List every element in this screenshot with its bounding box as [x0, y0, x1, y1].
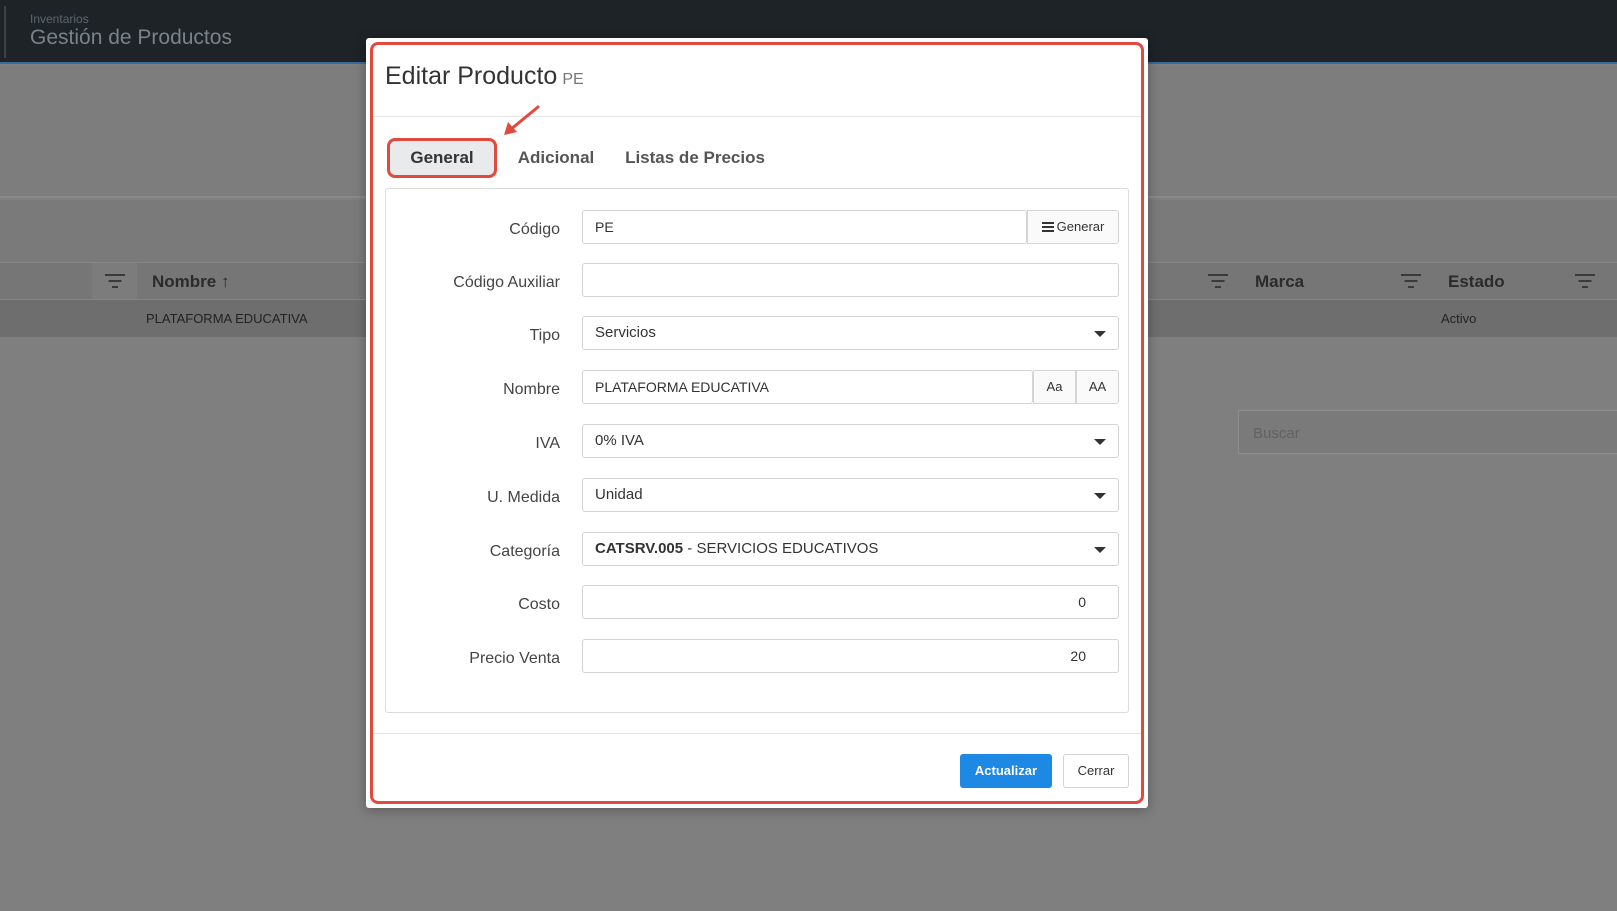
field-codigo-auxiliar: Código Auxiliar [386, 263, 1130, 299]
codigo-input[interactable]: PE [582, 210, 1027, 244]
field-nombre: Nombre PLATAFORMA EDUCATIVA Aa AA [386, 370, 1130, 406]
modal-title: Editar Producto PE [385, 62, 584, 91]
capitalize-button[interactable]: Aa [1033, 370, 1076, 404]
field-costo: Costo 0 [386, 585, 1130, 621]
label-iva: IVA [535, 435, 560, 452]
field-codigo: Código PE Generar [386, 210, 1130, 246]
general-panel: Código PE Generar Código Auxiliar Tipo S… [385, 188, 1129, 713]
tab-adicional[interactable]: Adicional [506, 138, 606, 178]
filter-icon[interactable] [1400, 274, 1422, 288]
medida-value: Unidad [595, 486, 643, 503]
categoria-select[interactable]: CATSRV.005 - SERVICIOS EDUCATIVOS [582, 532, 1119, 566]
uppercase-button[interactable]: AA [1076, 370, 1119, 404]
label-precio-venta: Precio Venta [469, 650, 560, 667]
column-header-marca[interactable]: Marca [1255, 272, 1304, 292]
filter-icon [104, 274, 126, 288]
column-header-nombre[interactable]: Nombre ↑ [152, 272, 229, 292]
search-placeholder: Buscar [1253, 425, 1300, 442]
chevron-down-icon [1094, 547, 1106, 553]
categoria-separator: - [683, 540, 697, 557]
generar-label: Generar [1056, 219, 1105, 234]
label-costo: Costo [518, 596, 560, 613]
field-tipo: Tipo Servicios [386, 316, 1130, 352]
module-name: Inventarios [30, 12, 89, 26]
tipo-select[interactable]: Servicios [582, 316, 1119, 350]
tab-listas-de-precios[interactable]: Listas de Precios [620, 138, 770, 178]
menu-icon [1041, 222, 1054, 232]
modal-title-text: Editar Producto [385, 62, 558, 90]
filter-icon[interactable] [1207, 274, 1229, 288]
filter-cell[interactable] [92, 263, 137, 299]
precio-venta-input[interactable]: 20 [582, 639, 1119, 673]
annotation-arrow-icon [504, 105, 540, 135]
modal-footer-divider [373, 733, 1141, 734]
label-tipo: Tipo [529, 327, 560, 344]
field-categoria: Categoría CATSRV.005 - SERVICIOS EDUCATI… [386, 532, 1130, 568]
nombre-input[interactable]: PLATAFORMA EDUCATIVA [582, 370, 1033, 404]
categoria-name: SERVICIOS EDUCATIVOS [696, 540, 879, 557]
cell-nombre: PLATAFORMA EDUCATIVA [146, 311, 308, 326]
medida-select[interactable]: Unidad [582, 478, 1119, 512]
column-header-estado[interactable]: Estado [1448, 272, 1505, 292]
actualizar-button[interactable]: Actualizar [960, 754, 1052, 788]
label-nombre: Nombre [503, 381, 560, 398]
iva-select[interactable]: 0% IVA [582, 424, 1119, 458]
edit-product-modal: Editar Producto PE General Adicional List… [366, 38, 1148, 808]
filter-icon[interactable] [1574, 274, 1596, 288]
label-categoria: Categoría [489, 543, 560, 560]
cell-estado: Activo [1441, 311, 1477, 326]
search-input[interactable]: Buscar [1238, 410, 1617, 454]
iva-value: 0% IVA [595, 432, 644, 449]
costo-input[interactable]: 0 [582, 585, 1119, 619]
chevron-down-icon [1094, 439, 1106, 445]
generar-button[interactable]: Generar [1027, 210, 1119, 244]
page-title: Gestión de Productos [30, 26, 232, 49]
codigo-auxiliar-input[interactable] [582, 263, 1119, 297]
label-codigo-auxiliar: Código Auxiliar [453, 274, 560, 291]
modal-subtitle: PE [562, 71, 584, 88]
chevron-down-icon [1094, 331, 1106, 337]
field-iva: IVA 0% IVA [386, 424, 1130, 460]
label-codigo: Código [509, 221, 560, 238]
categoria-code: CATSRV.005 [595, 540, 684, 557]
cerrar-button[interactable]: Cerrar [1063, 754, 1129, 788]
field-precio-venta: Precio Venta 20 [386, 639, 1130, 675]
field-medida: U. Medida Unidad [386, 478, 1130, 514]
tipo-value: Servicios [595, 324, 656, 341]
tab-general[interactable]: General [387, 138, 497, 178]
modal-divider [373, 116, 1141, 117]
label-medida: U. Medida [487, 489, 560, 506]
header-divider [4, 6, 6, 58]
chevron-down-icon [1094, 493, 1106, 499]
